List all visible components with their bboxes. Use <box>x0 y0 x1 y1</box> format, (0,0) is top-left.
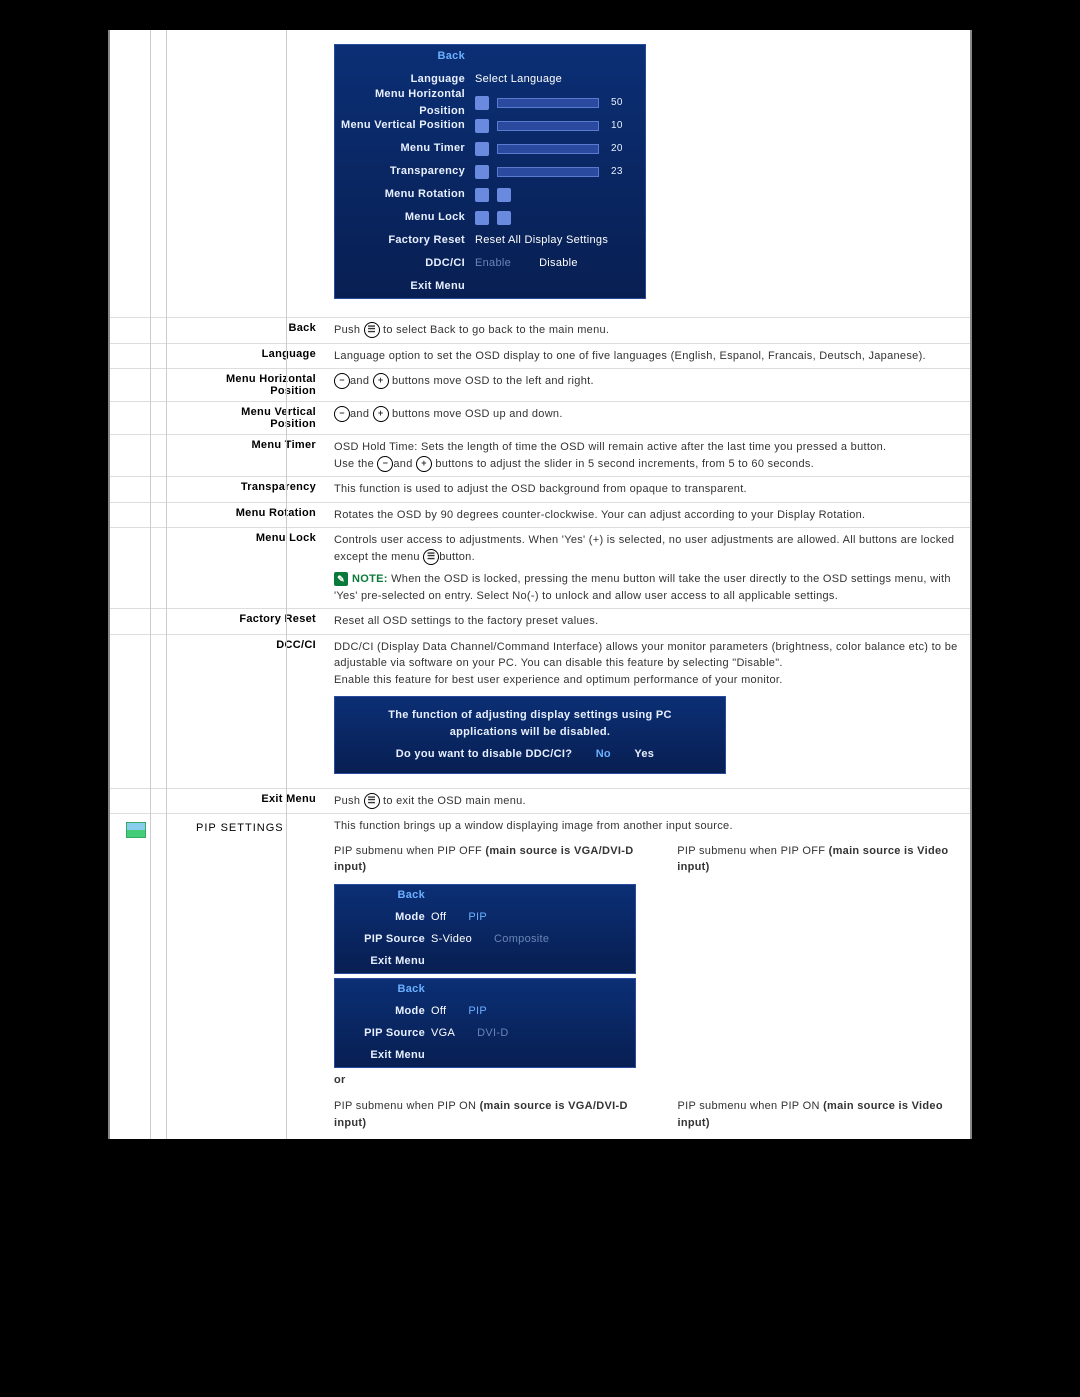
pip-caption-off-pc: PIP submenu when PIP OFF (main source is… <box>334 843 647 876</box>
row-vpos-body: −and + buttons move OSD up and down. <box>324 402 970 435</box>
plus-button-icon: + <box>416 456 432 472</box>
pip-caption-on-video: PIP submenu when PIP ON (main source is … <box>677 1098 964 1131</box>
menu-button-icon: ☰ <box>364 322 380 338</box>
row-lock-label: Menu Lock <box>190 528 324 609</box>
osd-main-panel: Back LanguageSelect Language Menu Horizo… <box>334 44 646 299</box>
ddcci-no-option: No <box>596 746 611 763</box>
rotate-icon-2 <box>497 188 511 202</box>
row-freset-label: Factory Reset <box>190 609 324 635</box>
pip-submenu-1: Back ModeOffPIP PIP SourceS-VideoComposi… <box>334 884 636 974</box>
lock-icon-2 <box>497 211 511 225</box>
row-lock-body: Controls user access to adjustments. Whe… <box>324 528 970 609</box>
vslider-icon <box>475 119 489 133</box>
hslider-icon <box>475 96 489 110</box>
pip-caption-off-video: PIP submenu when PIP OFF (main source is… <box>677 843 964 876</box>
transparency-icon <box>475 165 489 179</box>
row-transparency-body: This function is used to adjust the OSD … <box>324 477 970 503</box>
minus-button-icon: − <box>334 373 350 389</box>
row-vpos-label: Menu Vertical Position <box>190 402 324 435</box>
menu-button-icon: ☰ <box>423 549 439 565</box>
timer-icon <box>475 142 489 156</box>
row-language-label: Language <box>190 343 324 369</box>
row-transparency-label: Transparency <box>190 477 324 503</box>
rotate-icon-1 <box>475 188 489 202</box>
row-back-body: Push ☰ to select Back to go back to the … <box>324 318 970 344</box>
row-rotation-label: Menu Rotation <box>190 502 324 528</box>
minus-button-icon: − <box>377 456 393 472</box>
ddcci-confirm-dialog: The function of adjusting display settin… <box>334 696 726 774</box>
plus-button-icon: + <box>373 406 389 422</box>
row-timer-label: Menu Timer <box>190 435 324 477</box>
osd-item-back: Back <box>335 48 475 65</box>
row-timer-body: OSD Hold Time: Sets the length of time t… <box>324 435 970 477</box>
row-ddcci-body: DDC/CI (Display Data Channel/Command Int… <box>324 634 970 788</box>
pip-section-body: This function brings up a window display… <box>324 814 970 1140</box>
plus-button-icon: + <box>373 373 389 389</box>
note-icon: ✎ <box>334 572 348 586</box>
pip-submenu-2: Back ModeOffPIP PIP SourceVGADVI-D Exit … <box>334 978 636 1068</box>
pip-section-label: PIP SETTINGS <box>190 814 324 1140</box>
pip-icon <box>126 822 146 838</box>
pip-caption-on-pc: PIP submenu when PIP ON (main source is … <box>334 1098 647 1131</box>
row-exit-body: Push ☰ to exit the OSD main menu. <box>324 788 970 814</box>
row-back-label: Back <box>190 318 324 344</box>
row-hpos-label: Menu Horizontal Position <box>190 369 324 402</box>
lock-icon-1 <box>475 211 489 225</box>
menu-button-icon: ☰ <box>364 793 380 809</box>
row-rotation-body: Rotates the OSD by 90 degrees counter-cl… <box>324 502 970 528</box>
row-ddcci-label: DCC/CI <box>190 634 324 788</box>
row-exit-label: Exit Menu <box>190 788 324 814</box>
row-hpos-body: −and + buttons move OSD to the left and … <box>324 369 970 402</box>
osd-settings-table: Back LanguageSelect Language Menu Horizo… <box>110 30 970 1139</box>
pip-or-separator: or <box>334 1072 964 1089</box>
ddcci-yes-option: Yes <box>634 746 654 763</box>
minus-button-icon: − <box>334 406 350 422</box>
row-freset-body: Reset all OSD settings to the factory pr… <box>324 609 970 635</box>
row-language-body: Language option to set the OSD display t… <box>324 343 970 369</box>
